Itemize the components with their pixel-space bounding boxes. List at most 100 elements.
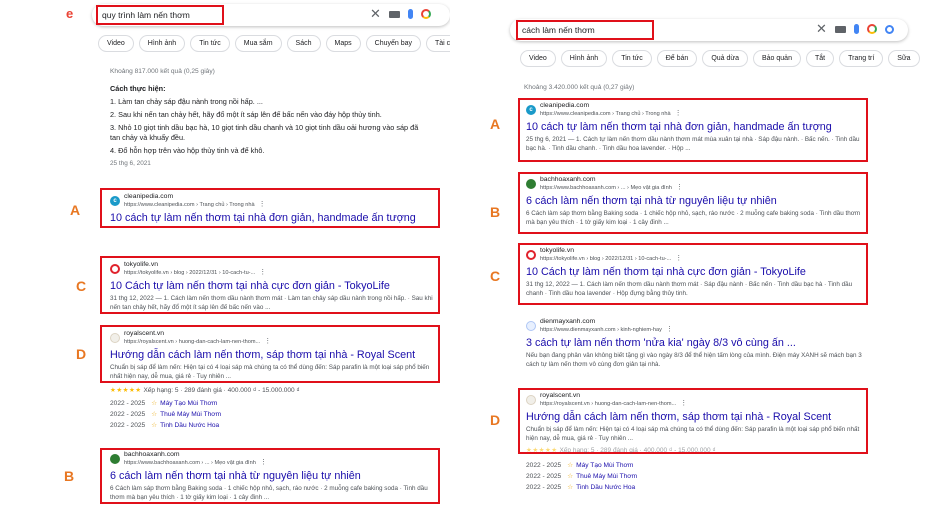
result-url-text: https://royalscent.vn › huong-dan-cach-l…	[124, 339, 261, 345]
rating-stars-icon: ★★★★★	[110, 387, 142, 394]
lens-icon[interactable]	[420, 9, 431, 19]
result-title[interactable]: 6 cách làm nến thơm tại nhà từ nguyên li…	[526, 194, 864, 208]
chip-more[interactable]: Sữa	[888, 50, 920, 67]
result-url-text: https://www.cleanipedia.com › Trang chủ …	[124, 202, 255, 208]
clear-icon[interactable]: ✕	[370, 7, 381, 21]
result-stats: Khoảng 817.000 kết quả (0,25 giây)	[110, 68, 215, 75]
result-site[interactable]: cleanipedia.com	[124, 193, 266, 201]
chip-off[interactable]: Tắt	[805, 50, 835, 67]
chip-images[interactable]: Hình ảnh	[138, 35, 186, 52]
more-options-icon[interactable]: ⋮	[259, 201, 266, 208]
result-site[interactable]: tokyolife.vn	[124, 261, 266, 269]
result-site[interactable]: cleanipedia.com	[540, 102, 682, 110]
rating-text: Xếp hạng: 5 · 289 đánh giá · 400.000 ₫ -…	[143, 387, 300, 394]
google-logo[interactable]: e	[66, 6, 73, 21]
cleanipedia-favicon-icon: c	[526, 105, 536, 115]
result-url[interactable]: https://royalscent.vn › huong-dan-cach-l…	[540, 400, 687, 408]
chip-coconut[interactable]: Quả dừa	[702, 50, 748, 67]
chip-preserve[interactable]: Bảo quản	[752, 50, 801, 67]
more-options-icon[interactable]: ⋮	[259, 269, 266, 276]
chip-maps[interactable]: Maps	[325, 35, 361, 52]
rating-row: ★★★★★ Xếp hạng: 5 · 289 đánh giá · 400.0…	[526, 446, 716, 454]
result-url[interactable]: https://royalscent.vn › huong-dan-cach-l…	[124, 338, 271, 346]
result-url-text: https://tokyolife.vn › blog › 2022/12/31…	[124, 270, 256, 276]
label-letter: A	[490, 116, 501, 132]
search-bar[interactable]: quy trình làm nến thơm ✕	[92, 4, 450, 26]
star-icon: ☆	[567, 462, 574, 469]
more-options-icon[interactable]: ⋮	[260, 459, 267, 466]
search-result: dienmayxanh.com https://www.dienmayxanh.…	[526, 318, 864, 369]
search-result: royalscent.vn https://royalscent.vn › hu…	[110, 330, 436, 381]
more-options-icon[interactable]: ⋮	[676, 184, 683, 191]
more-options-icon[interactable]: ⋮	[675, 110, 682, 117]
result-url[interactable]: https://www.bachhoaxanh.com › ... › Mẹo …	[124, 459, 267, 467]
result-title[interactable]: 10 Cách tự làm nến thơm tại nhà cực đơn …	[526, 265, 864, 279]
chip-images[interactable]: Hình ảnh	[560, 50, 608, 67]
sitelink[interactable]: Thuê Máy Mùi Thơm	[160, 411, 221, 418]
result-title[interactable]: 10 Cách tự làm nến thơm tại nhà cực đơn …	[110, 279, 436, 293]
mic-icon[interactable]	[407, 9, 413, 19]
mic-icon[interactable]	[853, 24, 859, 34]
chip-for-sale[interactable]: Để bán	[656, 50, 698, 67]
result-site[interactable]: bachhoaxanh.com	[124, 451, 267, 459]
result-url[interactable]: https://www.bachhoaxanh.com › ... › Mẹo …	[540, 184, 683, 192]
more-options-icon[interactable]: ⋮	[680, 400, 687, 407]
bachhoaxanh-favicon-icon	[526, 179, 536, 189]
result-site[interactable]: bachhoaxanh.com	[540, 176, 683, 184]
result-title[interactable]: 6 cách làm nến thơm tại nhà từ nguyên li…	[110, 469, 436, 483]
result-url[interactable]: https://www.cleanipedia.com › Trang chủ …	[124, 201, 266, 209]
more-options-icon[interactable]: ⋮	[666, 326, 673, 333]
result-title[interactable]: 10 cách tự làm nến thơm tại nhà đơn giản…	[526, 120, 864, 134]
label-letter: A	[70, 202, 81, 218]
more-options-icon[interactable]: ⋮	[264, 338, 271, 345]
result-url[interactable]: https://tokyolife.vn › blog › 2022/12/31…	[124, 269, 266, 277]
chip-video[interactable]: Video	[98, 35, 134, 52]
sitelink[interactable]: Máy Tạo Mùi Thơm	[576, 462, 633, 469]
sitelinks: 2022 - 2025 ☆ Máy Tạo Mùi Thơm 2022 - 2025…	[110, 398, 221, 431]
sitelink[interactable]: Tinh Dầu Nước Hoa	[160, 422, 219, 429]
sitelink[interactable]: Tinh Dầu Nước Hoa	[576, 484, 635, 491]
search-result: c cleanipedia.com https://www.cleanipedi…	[110, 193, 438, 225]
clear-icon[interactable]: ✕	[816, 22, 827, 36]
chip-shopping[interactable]: Mua sắm	[234, 35, 282, 52]
result-title[interactable]: 3 cách tự làm nến thơm 'nửa kia' ngày 8/…	[526, 336, 864, 350]
chip-decor[interactable]: Trang trí	[839, 50, 884, 67]
search-query[interactable]: cách làm nến thơm	[516, 20, 654, 40]
search-query[interactable]: quy trình làm nến thơm	[96, 5, 224, 25]
label-letter: C	[490, 268, 501, 284]
result-site[interactable]: royalscent.vn	[540, 392, 687, 400]
search-icon[interactable]	[884, 24, 894, 34]
chip-news[interactable]: Tin tức	[190, 35, 230, 52]
result-site[interactable]: dienmayxanh.com	[540, 318, 673, 326]
result-title[interactable]: Hướng dẫn cách làm nến thơm, sáp thơm tạ…	[526, 410, 864, 424]
label-letter: D	[490, 412, 501, 428]
chip-news[interactable]: Tin tức	[612, 50, 652, 67]
result-url[interactable]: https://www.cleanipedia.com › Trang chủ …	[540, 110, 682, 118]
tokyolife-favicon-icon	[526, 250, 536, 260]
result-site[interactable]: royalscent.vn	[124, 330, 271, 338]
more-options-icon[interactable]: ⋮	[675, 255, 682, 262]
sitelink[interactable]: Thuê Máy Mùi Thơm	[576, 473, 637, 480]
search-bar[interactable]: cách làm nến thơm ✕	[510, 19, 908, 41]
lens-icon[interactable]	[866, 24, 877, 34]
sitelink-years: 2022 - 2025	[526, 462, 562, 469]
sitelinks: 2022 - 2025 ☆ Máy Tạo Mùi Thơm 2022 - 2025…	[526, 460, 637, 493]
rating-stars-icon: ★★★★★	[526, 447, 558, 454]
result-url[interactable]: https://www.dienmayxanh.com › kinh-nghie…	[540, 326, 673, 334]
star-icon: ☆	[151, 422, 158, 429]
star-icon: ☆	[567, 484, 574, 491]
result-url-text: https://www.dienmayxanh.com › kinh-nghie…	[540, 327, 662, 333]
keyboard-icon[interactable]	[834, 25, 846, 33]
result-site[interactable]: tokyolife.vn	[540, 247, 682, 255]
keyboard-icon[interactable]	[388, 10, 400, 18]
result-url[interactable]: https://tokyolife.vn › blog › 2022/12/31…	[540, 255, 682, 263]
chip-books[interactable]: Sách	[286, 35, 321, 52]
sitelink[interactable]: Máy Tạo Mùi Thơm	[160, 400, 217, 407]
result-description: 6 Cách làm sáp thơm bằng Baking soda · 1…	[526, 210, 861, 226]
chip-video[interactable]: Video	[520, 50, 556, 67]
chip-more[interactable]: Tài c	[426, 35, 450, 52]
chip-flights[interactable]: Chuyến bay	[365, 35, 421, 52]
search-result: tokyolife.vn https://tokyolife.vn › blog…	[526, 247, 864, 298]
result-title[interactable]: 10 cách tự làm nến thơm tại nhà đơn giản…	[110, 211, 438, 225]
result-title[interactable]: Hướng dẫn cách làm nến thơm, sáp thơm tạ…	[110, 348, 436, 362]
